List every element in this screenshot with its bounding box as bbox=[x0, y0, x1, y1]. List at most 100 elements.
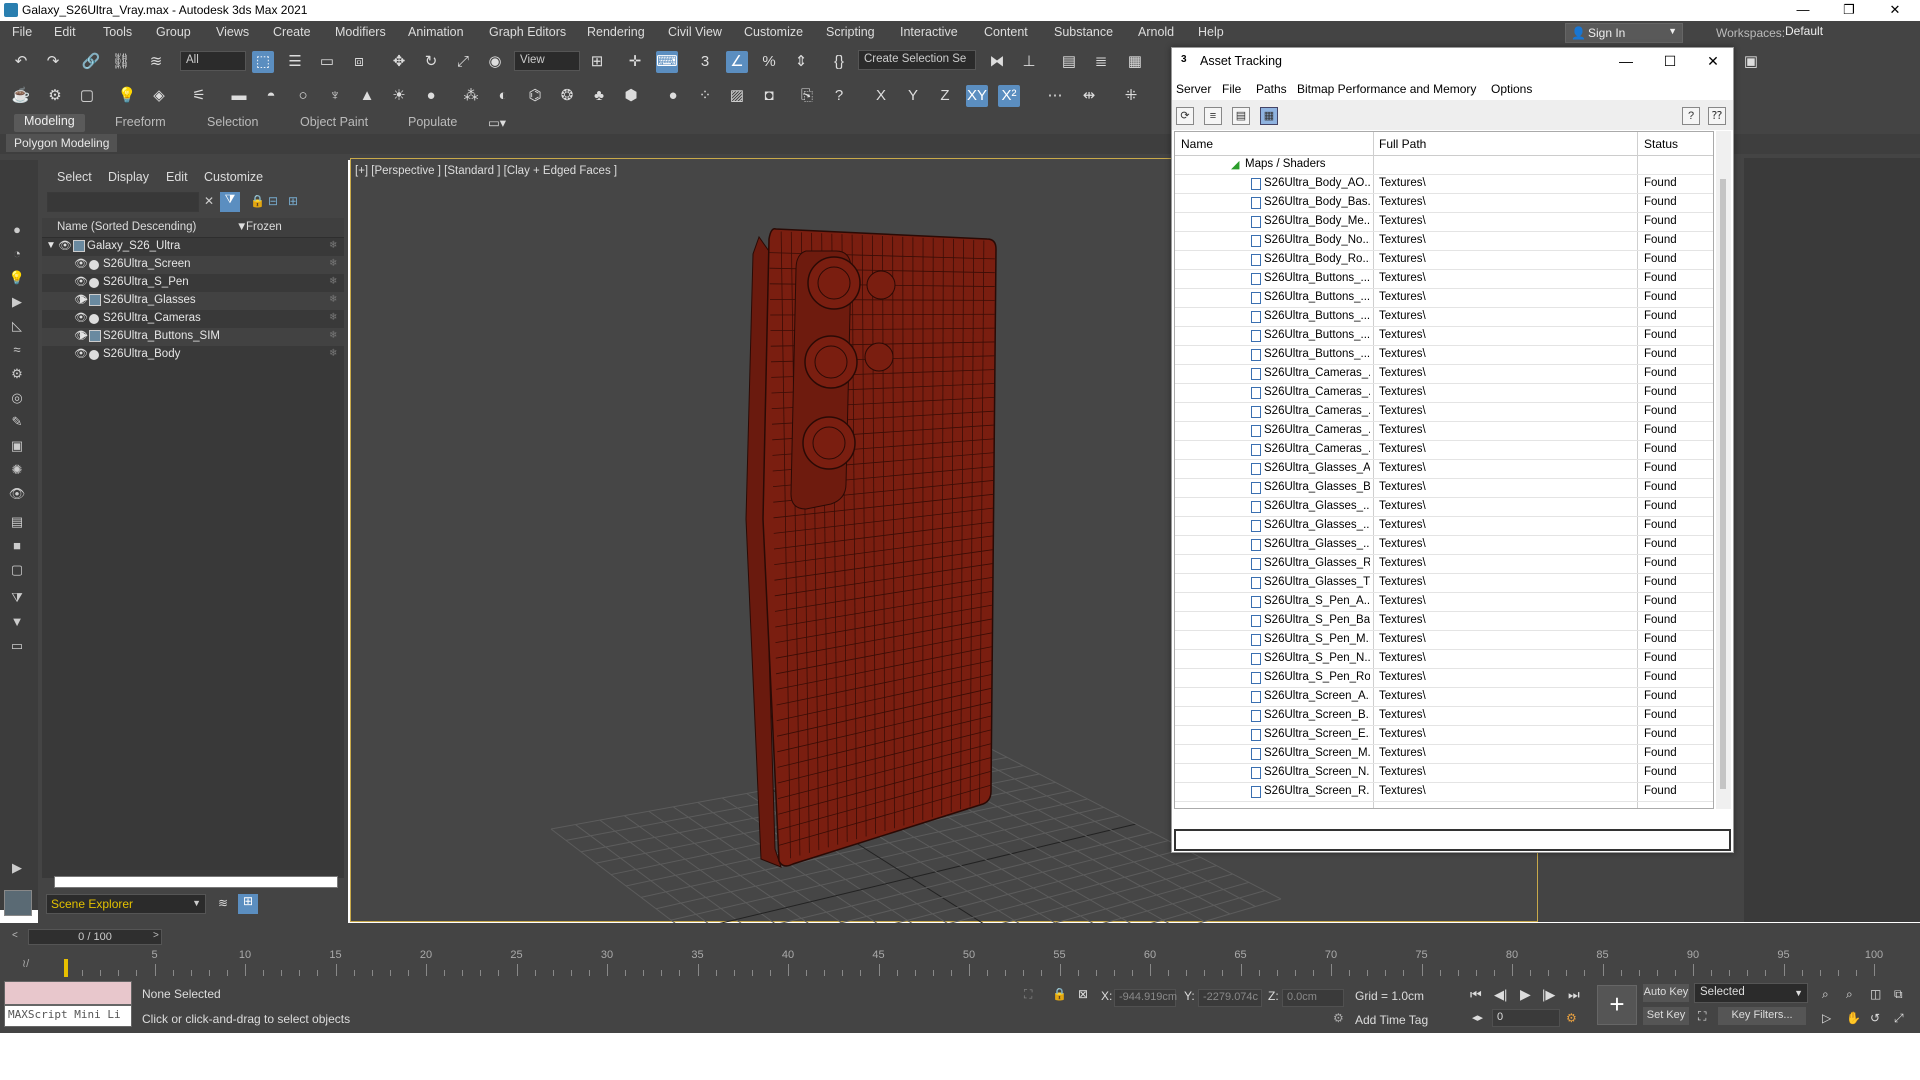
teapot-icon[interactable]: ☕ bbox=[10, 85, 32, 107]
absolute-mode-icon[interactable]: ⊠ bbox=[1078, 987, 1088, 1001]
asset-row[interactable]: S26Ultra_Cameras_... Textures\ Found bbox=[1175, 422, 1713, 441]
menu-content[interactable]: Content bbox=[984, 25, 1028, 39]
scene-tree-icon[interactable]: ⊞ bbox=[238, 894, 258, 914]
axis-x-icon[interactable]: X bbox=[870, 85, 892, 107]
add-time-tag[interactable]: Add Time Tag bbox=[1355, 1013, 1428, 1027]
frozen-toggle-icon[interactable]: ❄ bbox=[329, 330, 337, 341]
axis-xy-icon[interactable]: XY bbox=[966, 85, 988, 107]
clipper-icon[interactable]: ❂ bbox=[556, 85, 578, 107]
prev-key-icon[interactable]: ◀| bbox=[1494, 987, 1507, 1003]
field-of-view-icon[interactable]: ▷ bbox=[1822, 1011, 1831, 1025]
menu-create[interactable]: Create bbox=[273, 25, 311, 39]
scene-row[interactable]: 👁 S26Ultra_Cameras ❄ bbox=[42, 310, 344, 328]
auto-key-button[interactable]: Auto Key bbox=[1643, 984, 1689, 1002]
visibility-eye-icon[interactable]: 👁 bbox=[58, 239, 72, 253]
asset-row[interactable]: S26Ultra_S_Pen_A... Textures\ Found bbox=[1175, 593, 1713, 612]
dialog-close-button[interactable]: ✕ bbox=[1693, 50, 1733, 72]
dialog-minimize-button[interactable]: — bbox=[1606, 50, 1646, 72]
spinner-snap-icon[interactable]: ⇕ bbox=[790, 51, 812, 73]
frame-buffer-icon[interactable]: ▨ bbox=[726, 85, 748, 107]
asset-row[interactable]: S26Ultra_Body_Bas... Textures\ Found bbox=[1175, 194, 1713, 213]
distribute-icon[interactable]: ⇹ bbox=[1078, 85, 1100, 107]
sun-icon[interactable]: ☀ bbox=[388, 85, 410, 107]
column-header-path[interactable]: Full Path bbox=[1379, 137, 1426, 151]
sphere-light-icon[interactable]: ○ bbox=[292, 85, 314, 107]
asset-row[interactable]: S26Ultra_Buttons_... Textures\ Found bbox=[1175, 346, 1713, 365]
scene-explorer-toggle-icon[interactable]: ▤ bbox=[1058, 51, 1080, 73]
create-light-icon[interactable]: 💡 bbox=[6, 268, 28, 288]
visibility-eye-icon[interactable]: 👁 bbox=[74, 293, 88, 307]
clear-search-icon[interactable]: ✕ bbox=[204, 194, 214, 208]
sign-in-dropdown[interactable]: 👤 Sign In ▼ bbox=[1565, 23, 1683, 43]
rotate-icon[interactable]: ↻ bbox=[420, 51, 442, 73]
menu-customize[interactable]: Customize bbox=[744, 25, 803, 39]
restore-button[interactable]: ❐ bbox=[1826, 0, 1872, 21]
sort-icon[interactable]: ⊞ bbox=[288, 194, 298, 208]
scene-row[interactable]: ▶ 👁 S26Ultra_Buttons_SIM ❄ bbox=[42, 328, 344, 346]
placement-icon[interactable]: ◉ bbox=[484, 51, 506, 73]
filter-icon[interactable]: ▼ bbox=[6, 612, 28, 632]
maxscript-listener[interactable] bbox=[4, 981, 132, 1005]
edit-named-selection-icon[interactable]: {} bbox=[828, 51, 850, 73]
rect-selection-icon[interactable]: ▭ bbox=[316, 51, 338, 73]
scene-menu-edit[interactable]: Edit bbox=[166, 170, 188, 184]
scene-menu-customize[interactable]: Customize bbox=[204, 170, 263, 184]
layer-icon[interactable]: ▤ bbox=[6, 512, 28, 532]
asset-row[interactable]: S26Ultra_S_Pen_Ro... Textures\ Found bbox=[1175, 669, 1713, 688]
asset-row[interactable]: S26Ultra_Cameras_... Textures\ Found bbox=[1175, 365, 1713, 384]
pivot-center-icon[interactable]: ⊞ bbox=[586, 51, 608, 73]
layer-explorer-icon[interactable]: ≣ bbox=[1090, 51, 1112, 73]
lock-icon[interactable]: 🔒 bbox=[250, 194, 265, 208]
go-to-start-icon[interactable]: ⏮ bbox=[1470, 987, 1482, 1003]
asset-row[interactable]: S26Ultra_S_Pen_M... Textures\ Found bbox=[1175, 631, 1713, 650]
time-config-icon[interactable]: ⚙ bbox=[1566, 1011, 1577, 1025]
layers-icon[interactable]: ≋ bbox=[218, 896, 228, 910]
axis-z-icon[interactable]: Z bbox=[934, 85, 956, 107]
selection-filter-dropdown[interactable]: All bbox=[180, 51, 246, 71]
tab-object-paint[interactable]: Object Paint bbox=[300, 115, 368, 129]
table-view-icon[interactable]: ▦ bbox=[1260, 107, 1278, 125]
axis-y-icon[interactable]: Y bbox=[902, 85, 924, 107]
column-frozen[interactable]: Frozen bbox=[246, 221, 282, 233]
asset-row[interactable]: S26Ultra_Screen_B... Textures\ Found bbox=[1175, 707, 1713, 726]
asset-row[interactable]: S26Ultra_S_Pen_N... Textures\ Found bbox=[1175, 650, 1713, 669]
scene-converter-icon[interactable]: ⎘ bbox=[796, 85, 818, 107]
asset-menu-paths[interactable]: Paths bbox=[1256, 82, 1287, 96]
asset-row[interactable]: S26Ultra_Glasses_A... Textures\ Found bbox=[1175, 460, 1713, 479]
asset-row[interactable]: S26Ultra_Cameras_... Textures\ Found bbox=[1175, 441, 1713, 460]
dialog-maximize-button[interactable]: ☐ bbox=[1650, 50, 1690, 72]
scale-icon[interactable]: ⤢ bbox=[452, 51, 474, 73]
asset-menu-options[interactable]: Options bbox=[1491, 82, 1532, 96]
key-filters-icon[interactable]: ⛶ bbox=[1698, 1009, 1706, 1024]
scene-row[interactable]: 👁 S26Ultra_Screen ❄ bbox=[42, 256, 344, 274]
menu-tools[interactable]: Tools bbox=[103, 25, 132, 39]
asset-row[interactable]: S26Ultra_Screen_M... Textures\ Found bbox=[1175, 745, 1713, 764]
folder-icon[interactable]: ▭ bbox=[6, 636, 28, 656]
link-icon[interactable]: 🔗 bbox=[80, 51, 102, 73]
bone-icon[interactable]: ✎ bbox=[6, 412, 28, 432]
select-by-name-icon[interactable]: ☰ bbox=[284, 51, 306, 73]
scatter-icon[interactable]: ⬢ bbox=[620, 85, 642, 107]
frozen-toggle-icon[interactable]: ❄ bbox=[329, 294, 337, 305]
go-to-end-icon[interactable]: ⏭ bbox=[1568, 987, 1580, 1003]
create-helper-icon[interactable]: ◺ bbox=[6, 316, 28, 336]
proxy-icon[interactable]: ◐ bbox=[492, 85, 514, 107]
zoom-all-icon[interactable]: ⌕ bbox=[1846, 987, 1853, 1002]
redo-icon[interactable]: ↷ bbox=[42, 51, 64, 73]
select-object-icon[interactable]: ⬚ bbox=[252, 51, 274, 73]
maximize-viewport-icon[interactable]: ⤢ bbox=[1894, 1011, 1904, 1026]
viewport-layout-icon[interactable] bbox=[4, 890, 32, 916]
light-lister-icon[interactable]: 💡 bbox=[116, 85, 138, 107]
color-balls-icon[interactable]: ⁘ bbox=[694, 85, 716, 107]
asset-row[interactable]: S26Ultra_Body_No... Textures\ Found bbox=[1175, 232, 1713, 251]
vfb-icon[interactable]: ◘ bbox=[758, 85, 780, 107]
next-key-icon[interactable]: |▶ bbox=[1542, 987, 1555, 1003]
key-filters-button[interactable]: Key Filters... bbox=[1718, 1007, 1806, 1025]
visibility-eye-icon[interactable]: 👁 bbox=[74, 311, 88, 325]
ambient-icon[interactable]: ● bbox=[420, 85, 442, 107]
list-view-icon[interactable]: ≡ bbox=[1204, 107, 1222, 125]
current-frame-field[interactable]: 0 bbox=[1492, 1009, 1560, 1027]
tab-populate[interactable]: Populate bbox=[408, 115, 457, 129]
timeline-ruler[interactable]: 5 10 15 20 25 30 35 40 45 50 55 60 65 70 75 80 85 90 95 100 bbox=[52, 949, 1912, 979]
frozen-toggle-icon[interactable]: ❄ bbox=[329, 276, 337, 287]
